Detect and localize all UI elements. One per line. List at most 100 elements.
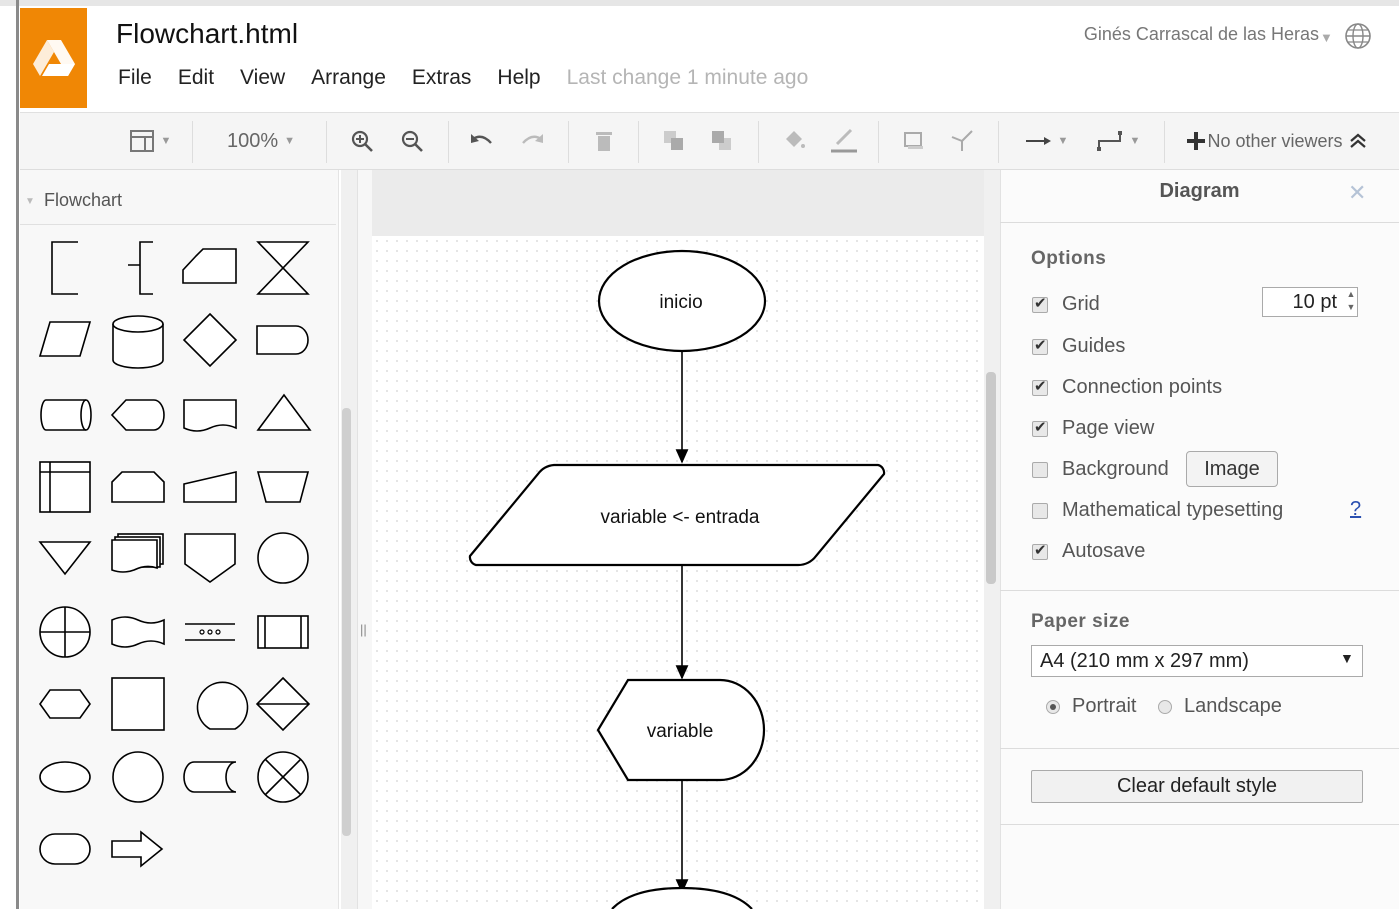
background-option[interactable]: Background xyxy=(1032,458,1169,481)
shape-decision[interactable] xyxy=(182,312,238,368)
last-change-status: Last change 1 minute ago xyxy=(566,66,809,89)
fill-color-icon[interactable] xyxy=(776,123,812,159)
menu-extras[interactable]: Extras xyxy=(412,66,472,90)
background-checkbox[interactable] xyxy=(1032,461,1048,478)
canvas-scrollbar-thumb[interactable] xyxy=(986,372,996,584)
shape-manual-input[interactable] xyxy=(183,470,237,503)
menu-view[interactable]: View xyxy=(240,66,285,90)
shadow-icon[interactable] xyxy=(896,123,932,159)
shape-start-1[interactable] xyxy=(39,761,91,793)
viewers-status: No other viewers xyxy=(1184,123,1344,159)
connection-icon[interactable]: ▼ xyxy=(1016,123,1076,159)
waypoint-style-icon[interactable]: ▼ xyxy=(1088,123,1148,159)
shape-collate[interactable] xyxy=(256,241,310,295)
shape-start-2[interactable] xyxy=(112,751,164,803)
page-view-checkbox[interactable] xyxy=(1032,418,1048,437)
close-icon[interactable]: ✕ xyxy=(1348,180,1366,206)
drive-logo[interactable] xyxy=(20,8,87,108)
menu-file[interactable]: File xyxy=(118,66,152,90)
shape-loop-limit[interactable] xyxy=(111,471,165,503)
shape-merge[interactable] xyxy=(38,541,92,576)
shape-summing-function[interactable] xyxy=(257,751,309,803)
menu-arrange[interactable]: Arrange xyxy=(311,66,386,90)
shape-off-page-reference[interactable] xyxy=(184,533,236,583)
node-entrada-label: variable <- entrada xyxy=(601,507,760,528)
shape-or[interactable] xyxy=(39,606,91,658)
shape-sequential-data[interactable] xyxy=(196,681,249,730)
expand-arrow-icon[interactable]: ▼ xyxy=(25,196,35,207)
options-title: Options xyxy=(1031,248,1107,269)
shape-process[interactable] xyxy=(111,677,165,731)
grid-checkbox[interactable] xyxy=(1032,294,1048,313)
math-typesetting-option[interactable]: Mathematical typesetting xyxy=(1032,499,1283,522)
zoom-select[interactable]: 100% ▼ xyxy=(216,123,306,159)
portrait-label: Portrait xyxy=(1072,695,1137,717)
image-button[interactable]: Image xyxy=(1186,451,1278,487)
globe-icon[interactable] xyxy=(1344,22,1372,55)
node-inicio-label: inicio xyxy=(659,292,702,313)
format-panel-icon[interactable]: ▼ xyxy=(120,123,180,159)
shape-delay[interactable] xyxy=(256,325,309,355)
zoom-out-icon[interactable] xyxy=(394,123,430,159)
connection-points-checkbox[interactable] xyxy=(1032,377,1048,396)
shape-internal-storage[interactable] xyxy=(39,461,91,513)
shape-extract[interactable] xyxy=(256,393,312,431)
shape-display[interactable] xyxy=(110,399,165,431)
clear-default-style-button[interactable]: Clear default style xyxy=(1031,770,1363,803)
math-typesetting-checkbox[interactable] xyxy=(1032,502,1048,519)
portrait-option[interactable]: Portrait xyxy=(1046,695,1136,718)
line-color-icon[interactable] xyxy=(824,123,864,159)
shape-annotation-1[interactable] xyxy=(51,241,78,295)
menu-help[interactable]: Help xyxy=(497,66,540,90)
autosave-checkbox[interactable] xyxy=(1032,541,1048,560)
shape-document[interactable] xyxy=(183,399,237,432)
delete-icon[interactable] xyxy=(586,123,622,159)
shape-paper-tape[interactable] xyxy=(111,616,165,648)
shape-direct-data[interactable] xyxy=(40,399,92,431)
redo-icon[interactable] xyxy=(514,123,550,159)
guides-option[interactable]: Guides xyxy=(1032,335,1125,358)
shape-preparation[interactable] xyxy=(39,689,91,719)
chevron-down-icon[interactable]: ▼ xyxy=(1340,650,1354,666)
shape-data[interactable] xyxy=(38,321,92,357)
shape-card[interactable] xyxy=(182,248,237,284)
chevron-down-icon[interactable]: ▼ xyxy=(1320,30,1333,45)
shape-sort[interactable] xyxy=(255,676,311,732)
plus-icon xyxy=(1187,132,1206,150)
help-link[interactable]: ? xyxy=(1350,498,1361,521)
grid-size-stepper[interactable]: ▲ ▼ xyxy=(1344,288,1358,316)
zoom-in-icon[interactable] xyxy=(344,123,380,159)
shape-on-page-reference[interactable] xyxy=(257,532,309,584)
user-name[interactable]: Ginés Carrascal de las Heras xyxy=(1084,24,1319,45)
shape-predefined-process[interactable] xyxy=(257,615,309,649)
shape-stored-data[interactable] xyxy=(183,761,237,793)
shape-multi-document[interactable] xyxy=(111,533,164,573)
menu-edit[interactable]: Edit xyxy=(178,66,214,90)
page-view-option[interactable]: Page view xyxy=(1032,417,1154,440)
collapse-icon[interactable] xyxy=(1346,123,1370,159)
shape-database[interactable] xyxy=(112,315,164,369)
node-next-shape[interactable] xyxy=(611,886,753,909)
landscape-option[interactable]: Landscape xyxy=(1158,695,1282,718)
file-title[interactable]: Flowchart.html xyxy=(116,18,298,50)
shape-annotation-2[interactable] xyxy=(128,241,153,295)
waypoints-icon[interactable] xyxy=(944,123,980,159)
grid-option[interactable]: Grid xyxy=(1032,293,1100,316)
landscape-radio[interactable] xyxy=(1158,699,1172,714)
connection-points-option[interactable]: Connection points xyxy=(1032,376,1222,399)
autosave-option[interactable]: Autosave xyxy=(1032,540,1145,563)
to-back-icon[interactable] xyxy=(704,123,740,159)
shape-manual-operation[interactable] xyxy=(256,471,310,503)
left-scrollbar-thumb[interactable] xyxy=(342,408,351,836)
autosave-label: Autosave xyxy=(1062,540,1146,562)
shape-transfer[interactable] xyxy=(111,830,164,868)
paper-size-select[interactable]: A4 (210 mm x 297 mm) xyxy=(1031,645,1363,677)
splitter-grip-icon[interactable]: || xyxy=(360,622,367,637)
portrait-radio[interactable] xyxy=(1046,699,1060,714)
undo-icon[interactable] xyxy=(464,123,500,159)
shape-terminator[interactable] xyxy=(39,833,91,865)
panel-splitter[interactable] xyxy=(357,170,373,909)
guides-checkbox[interactable] xyxy=(1032,336,1048,355)
shape-parallel-mode[interactable] xyxy=(185,623,235,641)
to-front-icon[interactable] xyxy=(656,123,692,159)
